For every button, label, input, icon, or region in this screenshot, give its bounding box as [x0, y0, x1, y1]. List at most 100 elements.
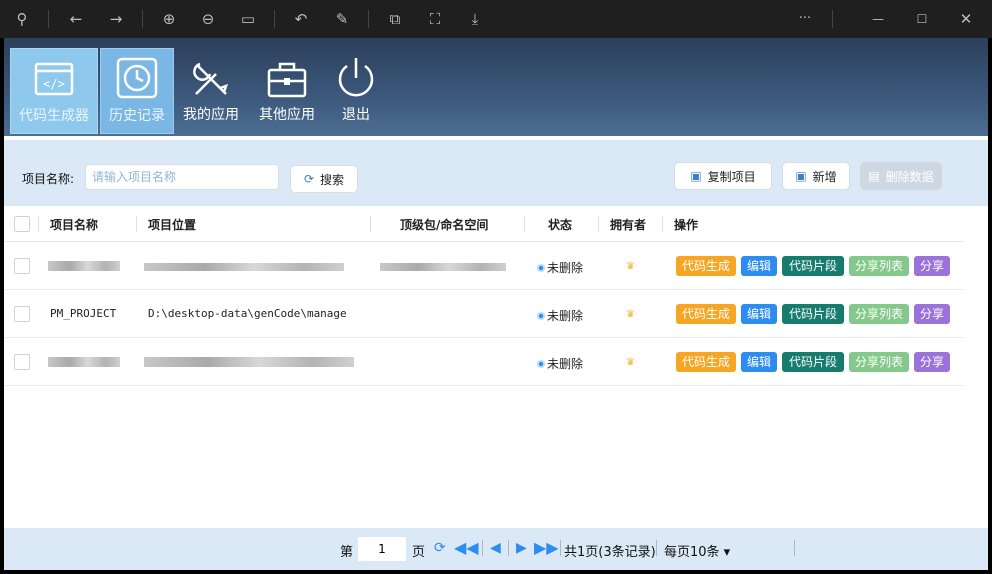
- maximize-icon[interactable]: ☐: [910, 7, 934, 31]
- pager-separator: [508, 540, 509, 556]
- nav-label: 我的应用: [183, 107, 239, 123]
- page-prefix: 第: [340, 545, 354, 560]
- nav-item-code-generator[interactable]: </> 代码生成器: [10, 48, 98, 134]
- toolbox-icon: [267, 62, 307, 98]
- header-status[interactable]: 状态: [548, 216, 572, 233]
- redacted-text: [144, 357, 354, 367]
- toolbar-separator: [48, 10, 49, 28]
- crown-icon: ♛: [626, 357, 635, 368]
- share-button[interactable]: 分享: [914, 304, 950, 324]
- share-button[interactable]: 分享: [914, 352, 950, 372]
- project-name-input[interactable]: [85, 164, 279, 190]
- generate-code-button[interactable]: 代码生成: [676, 352, 736, 372]
- redacted-text: [144, 263, 344, 271]
- next-page-icon[interactable]: ▶: [516, 540, 527, 556]
- save-icon: ▣: [795, 169, 807, 183]
- edit-button[interactable]: 编辑: [741, 304, 777, 324]
- first-page-icon[interactable]: ◀◀: [454, 538, 479, 557]
- table-row[interactable]: 未删除 ♛ 代码生成 编辑 代码片段 分享列表 分享: [4, 242, 964, 290]
- row-checkbox[interactable]: [14, 306, 30, 322]
- power-icon: [338, 58, 374, 97]
- column-separator: [662, 216, 663, 232]
- share-list-button[interactable]: 分享列表: [849, 304, 909, 324]
- app-window: </> 代码生成器 历史记录 我的应用 其他应用 退出 项目名称: 请输入项目名…: [4, 38, 988, 570]
- last-page-icon[interactable]: ▶▶: [534, 538, 559, 557]
- header-project-name[interactable]: 项目名称: [50, 216, 98, 233]
- code-snippet-button[interactable]: 代码片段: [782, 256, 844, 276]
- column-separator: [38, 216, 39, 232]
- edit-icon[interactable]: ✎: [330, 7, 354, 31]
- table-row[interactable]: 未删除 ♛ 代码生成 编辑 代码片段 分享列表 分享: [4, 338, 964, 386]
- nav-label: 其他应用: [259, 107, 315, 123]
- status-badge: 未删除: [537, 355, 583, 372]
- share-list-button[interactable]: 分享列表: [849, 256, 909, 276]
- more-icon[interactable]: ···: [793, 7, 817, 31]
- previous-page-icon[interactable]: ◀: [490, 540, 501, 556]
- toolbar-separator: [832, 10, 833, 28]
- page-suffix: 页: [412, 545, 426, 560]
- cell-project-name: PM_PROJECT: [50, 307, 117, 320]
- row-checkbox[interactable]: [14, 354, 30, 370]
- share-list-button[interactable]: 分享列表: [849, 352, 909, 372]
- column-separator: [598, 216, 599, 232]
- column-separator: [370, 216, 371, 232]
- share-button[interactable]: 分享: [914, 256, 950, 276]
- nav-item-my-apps[interactable]: 我的应用: [178, 48, 244, 134]
- per-page-select[interactable]: 每页10条 ▾: [664, 541, 730, 560]
- zoom-in-icon[interactable]: ⊕: [157, 7, 181, 31]
- pin-icon[interactable]: ⚲: [10, 7, 34, 31]
- header-owner[interactable]: 拥有者: [610, 216, 646, 233]
- header-package[interactable]: 顶级包/命名空间: [400, 216, 488, 233]
- nav-label: 代码生成器: [19, 108, 89, 124]
- redacted-text: [48, 261, 120, 271]
- header-actions: 操作: [674, 218, 699, 232]
- status-badge: 未删除: [537, 259, 583, 276]
- back-icon[interactable]: ←: [64, 7, 88, 31]
- refresh-icon[interactable]: ⟳: [434, 540, 446, 556]
- select-all-checkbox[interactable]: [14, 216, 30, 232]
- close-icon[interactable]: ✕: [954, 7, 978, 31]
- trash-icon: ▤: [868, 169, 880, 183]
- code-snippet-button[interactable]: 代码片段: [782, 304, 844, 324]
- nav-item-logout[interactable]: 退出: [328, 48, 384, 134]
- search-button-label: 搜索: [320, 172, 345, 187]
- status-badge: 未删除: [537, 307, 583, 324]
- delete-data-button[interactable]: ▤ 删除数据: [860, 162, 942, 190]
- status-text: 未删除: [547, 357, 584, 371]
- rotate-icon[interactable]: ↶: [289, 7, 313, 31]
- edit-button[interactable]: 编辑: [741, 256, 777, 276]
- search-bar: 项目名称: ⟳ 搜索 ▣ 复制项目 ▣ 新增 ▤ 删除数据: [4, 140, 988, 206]
- copy-project-label: 复制项目: [707, 169, 756, 184]
- generate-code-button[interactable]: 代码生成: [676, 256, 736, 276]
- crop-icon[interactable]: ⛶: [423, 7, 447, 31]
- row-checkbox[interactable]: [14, 258, 30, 274]
- crown-icon: ♛: [626, 261, 635, 272]
- header-project-location[interactable]: 项目位置: [148, 216, 196, 233]
- edit-button[interactable]: 编辑: [741, 352, 777, 372]
- code-snippet-button[interactable]: 代码片段: [782, 352, 844, 372]
- taskbar-strip: [0, 570, 992, 574]
- zoom-out-icon[interactable]: ⊖: [196, 7, 220, 31]
- clock-icon: [116, 57, 158, 99]
- copy-icon[interactable]: ⧉: [383, 7, 407, 31]
- pager-separator: [656, 540, 657, 556]
- save-icon[interactable]: ⤓: [463, 7, 487, 31]
- search-button[interactable]: ⟳ 搜索: [290, 165, 358, 193]
- copy-project-button[interactable]: ▣ 复制项目: [674, 162, 772, 190]
- pager-separator: [560, 540, 561, 556]
- pager-separator: [482, 540, 483, 556]
- generate-code-button[interactable]: 代码生成: [676, 304, 736, 324]
- refresh-icon: ⟳: [303, 172, 315, 186]
- status-dot: [537, 311, 545, 320]
- nav-item-history[interactable]: 历史记录: [100, 48, 174, 134]
- forward-icon[interactable]: →: [104, 7, 128, 31]
- minimize-icon[interactable]: —: [866, 7, 890, 31]
- add-button[interactable]: ▣ 新增: [782, 162, 850, 190]
- table-row[interactable]: PM_PROJECT D:\desktop-data\genCode\manag…: [4, 290, 964, 338]
- nav-item-other-apps[interactable]: 其他应用: [254, 48, 320, 134]
- crown-icon: ♛: [626, 309, 635, 320]
- fit-icon[interactable]: ▭: [236, 7, 260, 31]
- page-number-input[interactable]: [358, 537, 406, 561]
- toolbar-separator: [368, 10, 369, 28]
- window-titlebar: ⚲ ← → ⊕ ⊖ ▭ ↶ ✎ ⧉ ⛶ ⤓ ··· — ☐ ✕: [0, 0, 992, 38]
